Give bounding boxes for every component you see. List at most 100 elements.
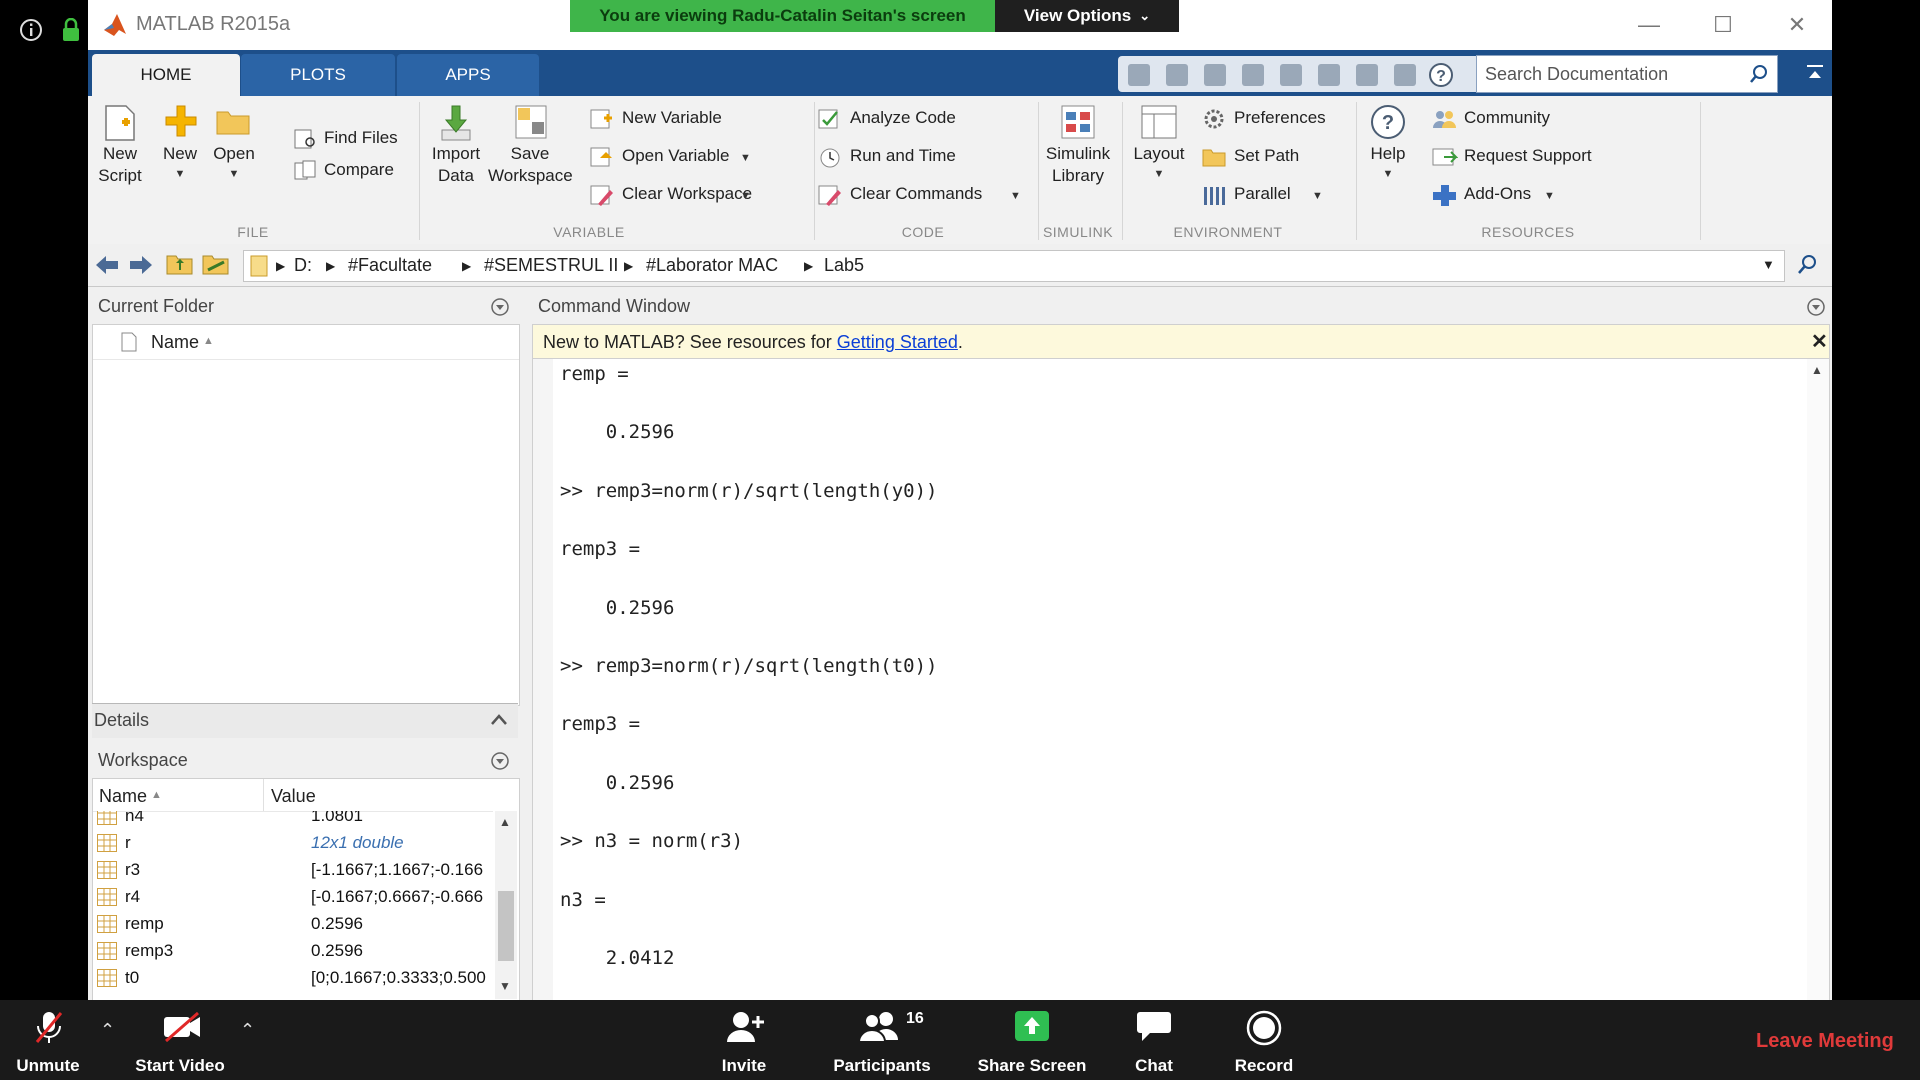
chevron-down-icon[interactable]: ▼ <box>1762 257 1775 272</box>
chevron-up-icon[interactable]: ⌃ <box>100 1020 115 1041</box>
clear-commands-button[interactable]: Clear Commands ▼ <box>818 182 1021 208</box>
workspace-row[interactable]: r3 [-1.1667;1.1667;-0.166 <box>93 857 493 884</box>
request-support-button[interactable]: Request Support <box>1432 144 1612 170</box>
community-button[interactable]: Community <box>1432 106 1612 132</box>
chevron-up-icon[interactable] <box>490 713 508 727</box>
collapse-ribbon-icon[interactable] <box>1806 64 1824 82</box>
breadcrumb-lab5[interactable]: Lab5 <box>824 255 864 276</box>
community-icon <box>1433 111 1456 128</box>
new-variable-button[interactable]: New Variable <box>590 106 750 132</box>
run-and-time-button[interactable]: Run and Time <box>818 144 1018 170</box>
current-folder-column-header: Name ▲ <box>93 325 519 360</box>
toolbar-icon[interactable] <box>1128 64 1150 86</box>
minimize-button[interactable]: — <box>1612 0 1686 50</box>
search-documentation-input[interactable]: Search Documentation <box>1476 55 1778 93</box>
details-header[interactable]: Details <box>92 703 518 738</box>
breadcrumb-facultate[interactable]: #Facultate <box>348 255 432 276</box>
simulink-section-label: SIMULINK <box>1042 224 1114 240</box>
record-button[interactable]: Record <box>1222 1000 1306 1080</box>
save-icon[interactable] <box>1166 64 1188 86</box>
output-line: 2.0412 <box>560 947 675 969</box>
find-files-button[interactable]: Find Files <box>294 126 414 152</box>
redo-icon[interactable] <box>1356 64 1378 86</box>
output-line: remp3 = <box>560 713 641 736</box>
workspace-row[interactable]: remp 0.2596 <box>93 911 493 938</box>
save-workspace-button[interactable]: Save Workspace <box>488 104 573 208</box>
import-data-button[interactable]: Import Data <box>426 104 486 208</box>
help-button[interactable]: ? Help ▼ <box>1362 104 1414 208</box>
panel-menu-icon[interactable] <box>490 751 510 771</box>
help-icon[interactable]: ? <box>1428 62 1454 88</box>
tab-apps[interactable]: APPS <box>397 54 539 96</box>
compare-button[interactable]: Compare <box>294 158 414 184</box>
breadcrumb-semestrul[interactable]: #SEMESTRUL II <box>484 255 618 276</box>
path-field[interactable]: ▶ D: ▶ #Facultate ▶ #SEMESTRUL II ▶ #Lab… <box>243 250 1785 282</box>
up-folder-icon[interactable] <box>166 252 194 276</box>
new-script-button[interactable]: New Script <box>94 104 146 208</box>
workspace-row[interactable]: t0 [0;0.1667;0.3333;0.500 <box>93 965 493 992</box>
variable-grid-icon <box>97 915 117 933</box>
view-options-button[interactable]: View Options ⌄ <box>995 0 1179 32</box>
panel-menu-icon[interactable] <box>490 297 510 317</box>
parallel-button[interactable]: Parallel ▼ <box>1202 182 1338 208</box>
breadcrumb-laborator[interactable]: #Laborator MAC <box>646 255 778 276</box>
open-variable-button[interactable]: Open Variable ▼ <box>590 144 751 170</box>
command-window-scrollbar[interactable]: ▲ <box>1807 359 1829 1000</box>
forward-arrow-icon[interactable] <box>128 254 154 276</box>
workspace-row[interactable]: n4 1.0801 <box>93 811 493 830</box>
open-button[interactable]: Open ▼ <box>208 104 260 208</box>
workspace-row[interactable]: r4 [-0.1667;0.6667;-0.666 <box>93 884 493 911</box>
panel-menu-icon[interactable] <box>1806 297 1826 317</box>
breadcrumb-drive[interactable]: D: <box>294 255 312 276</box>
undo-icon[interactable] <box>1318 64 1340 86</box>
preferences-button[interactable]: Preferences <box>1202 106 1338 132</box>
environment-section-label: ENVIRONMENT <box>1173 224 1283 240</box>
getting-started-link[interactable]: Getting Started <box>837 332 958 352</box>
paste-icon[interactable] <box>1280 64 1302 86</box>
workspace-row[interactable]: remp3 0.2596 <box>93 938 493 965</box>
name-column-header[interactable]: Name <box>99 786 147 807</box>
copy-icon[interactable] <box>1242 64 1264 86</box>
value-column-header[interactable]: Value <box>271 786 316 807</box>
switch-windows-icon[interactable] <box>1394 64 1416 86</box>
command-window[interactable]: remp = 0.2596 >> remp3=norm(r)/sqrt(lengt… <box>532 358 1830 1000</box>
set-path-button[interactable]: Set Path <box>1202 144 1338 170</box>
close-button[interactable]: ✕ <box>1760 0 1832 50</box>
zoom-left-strip <box>0 0 88 1000</box>
share-screen-button[interactable]: Share Screen <box>972 1000 1092 1080</box>
info-icon[interactable] <box>19 18 43 42</box>
search-icon[interactable] <box>1796 254 1818 276</box>
workspace-scrollbar[interactable]: ▲ ▼ <box>495 811 517 999</box>
participants-button[interactable]: 16 Participants <box>820 1000 944 1080</box>
chevron-up-icon[interactable]: ▲ <box>1811 363 1823 377</box>
workspace-row[interactable]: r 12x1 double <box>93 830 493 857</box>
close-icon[interactable]: ✕ <box>1811 329 1828 354</box>
analyze-code-button[interactable]: Analyze Code <box>818 106 1018 132</box>
tab-home[interactable]: HOME <box>92 54 240 96</box>
cut-icon[interactable] <box>1204 64 1226 86</box>
new-button[interactable]: New ▼ <box>154 104 206 208</box>
browse-folder-icon[interactable] <box>202 252 230 276</box>
add-ons-button[interactable]: Add-Ons ▼ <box>1432 182 1612 208</box>
clear-workspace-button[interactable]: Clear Workspace ▼ <box>590 182 754 208</box>
chat-button[interactable]: Chat <box>1114 1000 1194 1080</box>
variable-grid-icon <box>97 888 117 906</box>
invite-button[interactable]: Invite <box>700 1000 788 1080</box>
zoom-meeting-controls: Unmute ⌃ Start Video ⌃ Invite 16 Partici… <box>0 1000 1920 1080</box>
chevron-down-icon[interactable]: ▼ <box>499 979 511 993</box>
unmute-button[interactable]: Unmute <box>0 1000 96 1080</box>
resources-section-label: RESOURCES <box>1481 224 1575 240</box>
lock-icon[interactable] <box>62 18 80 42</box>
leave-meeting-button[interactable]: Leave Meeting <box>1756 1030 1894 1053</box>
start-video-button[interactable]: Start Video <box>128 1000 232 1080</box>
maximize-button[interactable]: ☐ <box>1686 0 1760 50</box>
search-icon[interactable] <box>1749 64 1769 84</box>
scrollbar-thumb[interactable] <box>498 891 514 961</box>
chevron-up-icon[interactable]: ⌃ <box>240 1020 255 1041</box>
layout-button[interactable]: Layout ▼ <box>1128 104 1190 208</box>
back-arrow-icon[interactable] <box>94 254 120 276</box>
simulink-library-button[interactable]: Simulink Library <box>1040 104 1116 208</box>
tab-plots[interactable]: PLOTS <box>241 54 395 96</box>
chevron-up-icon[interactable]: ▲ <box>499 815 511 829</box>
name-column-header[interactable]: Name <box>151 332 199 353</box>
